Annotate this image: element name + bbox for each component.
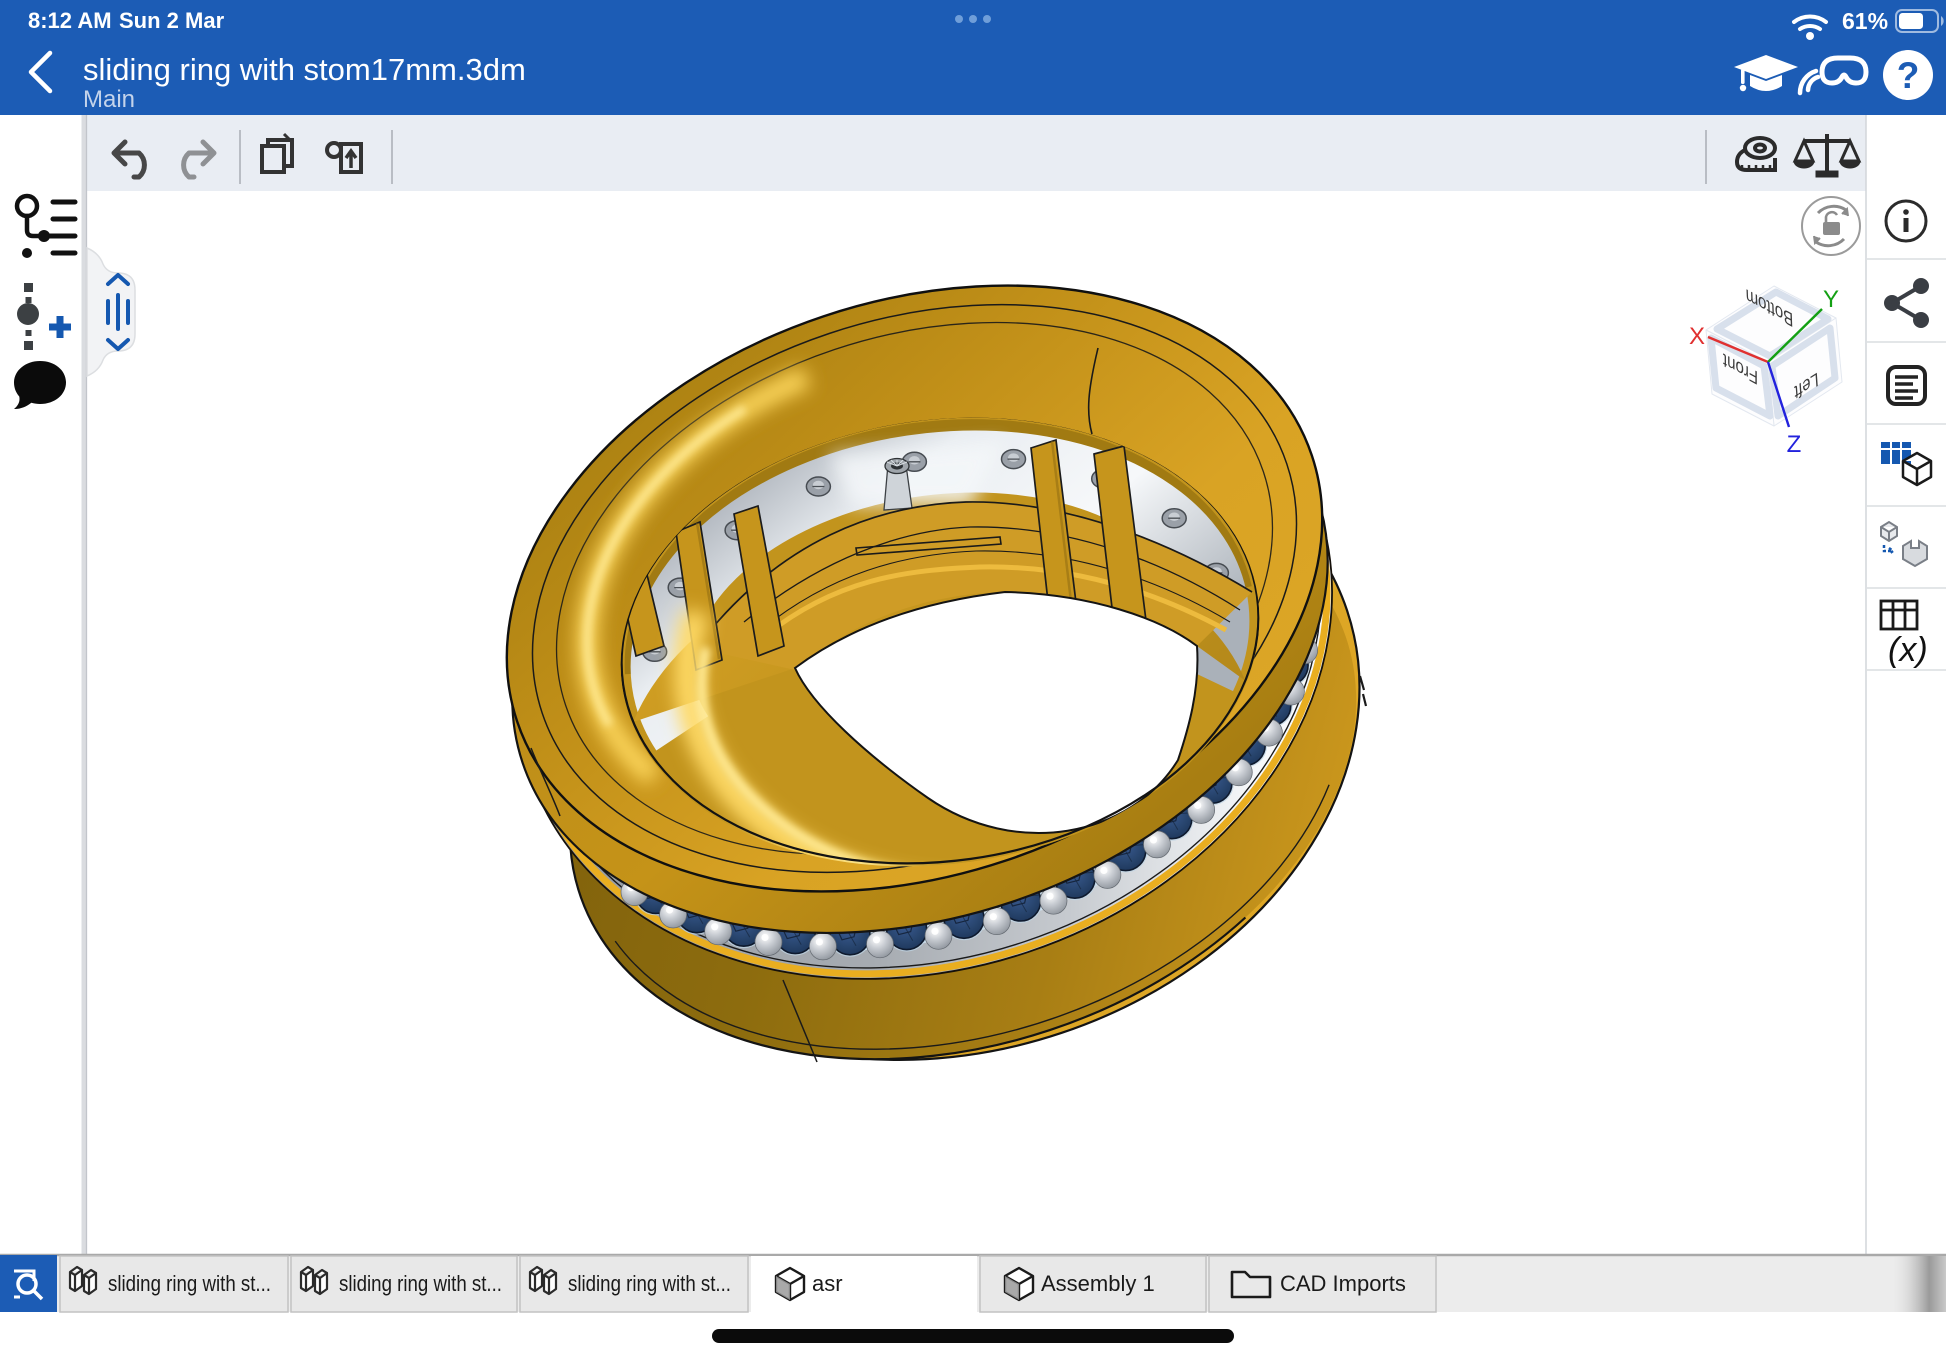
svg-text:Y: Y — [1823, 286, 1839, 313]
svg-text:8:12 AM: 8:12 AM — [28, 8, 112, 33]
svg-text:CAD Imports: CAD Imports — [1280, 1271, 1406, 1296]
svg-text:Main: Main — [83, 86, 135, 113]
svg-text:61%: 61% — [1842, 8, 1888, 34]
svg-text:sliding ring with stom17mm.3dm: sliding ring with stom17mm.3dm — [83, 52, 526, 87]
svg-text:Z: Z — [1787, 431, 1802, 458]
svg-text:sliding ring with st...: sliding ring with st... — [568, 1271, 731, 1296]
svg-text:?: ? — [1897, 55, 1920, 96]
svg-text:sliding ring with st...: sliding ring with st... — [108, 1271, 271, 1296]
svg-text:Sun 2 Mar: Sun 2 Mar — [119, 8, 225, 33]
svg-text:X: X — [1689, 323, 1705, 350]
svg-text:(x): (x) — [1888, 631, 1928, 669]
svg-text:asr: asr — [812, 1271, 843, 1296]
svg-text:sliding ring with st...: sliding ring with st... — [339, 1271, 502, 1296]
svg-text:Assembly 1: Assembly 1 — [1041, 1271, 1155, 1296]
